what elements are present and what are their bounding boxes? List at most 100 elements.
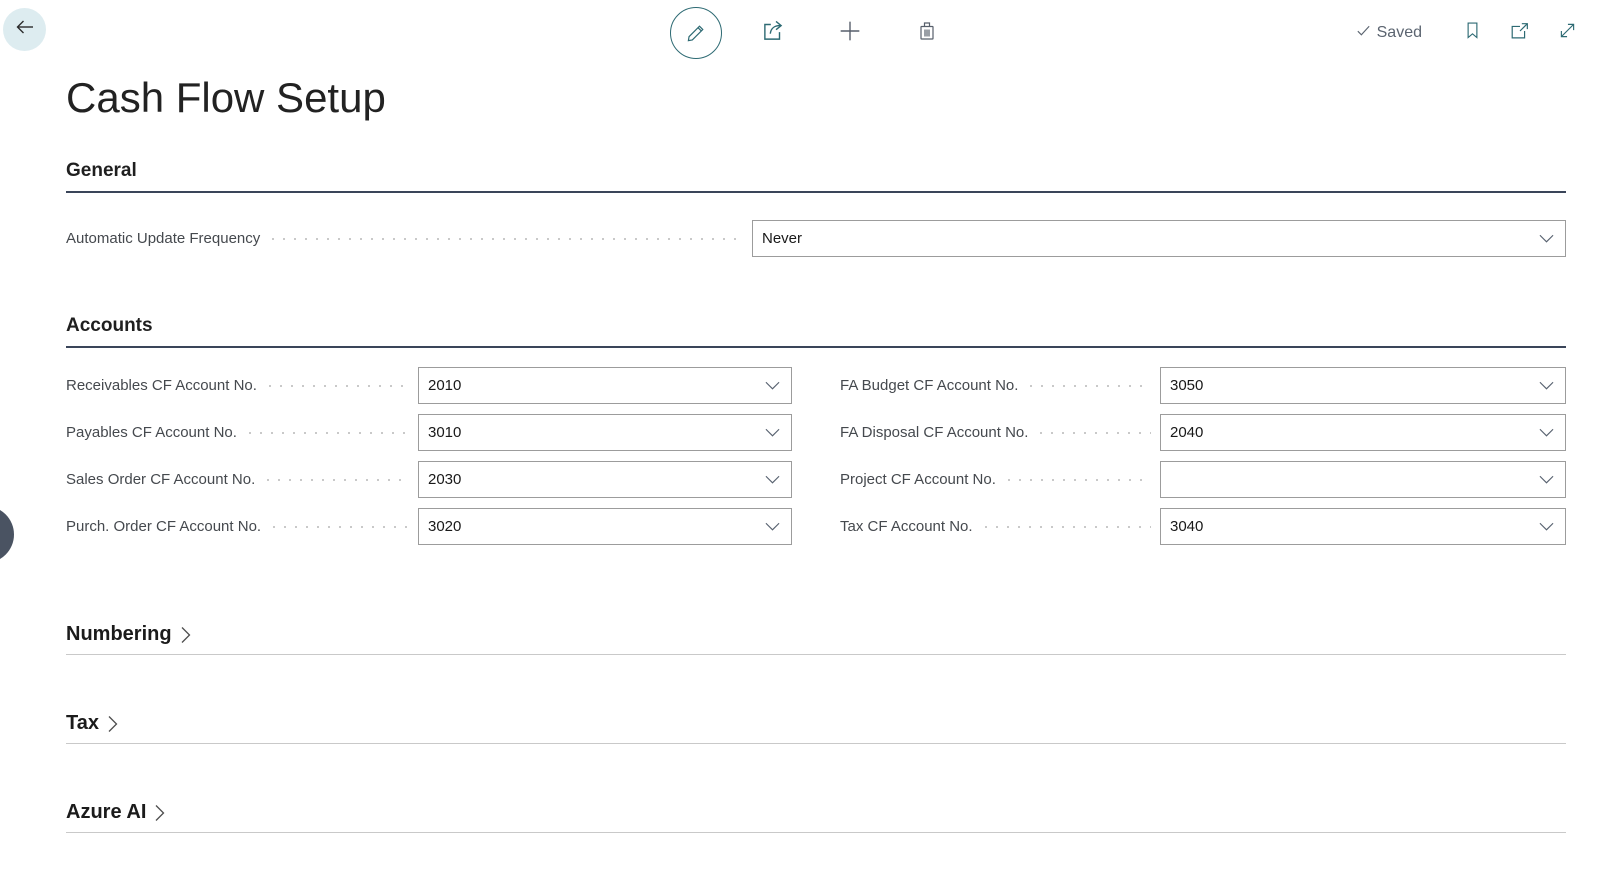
dotted-leader (273, 526, 409, 528)
top-bar: Saved (0, 0, 1600, 66)
check-icon (1355, 22, 1372, 44)
chevron-down-icon (1539, 381, 1554, 391)
fa-budget-cf-account-no-value: 3050 (1161, 377, 1539, 394)
fa-disposal-cf-account-no-value: 2040 (1161, 424, 1539, 441)
chevron-down-icon (1539, 475, 1554, 485)
dotted-leader (267, 479, 409, 481)
tax-cf-account-no-combobox[interactable]: 3040 (1160, 508, 1566, 545)
delete-icon (915, 19, 939, 48)
receivables-cf-account-no-value: 2010 (419, 377, 765, 394)
payables-cf-account-no-value: 3010 (419, 424, 765, 441)
accounts-left-column: Receivables CF Account No. 2010 Payables C… (66, 367, 792, 555)
back-arrow-icon (13, 15, 37, 44)
dotted-leader (985, 526, 1151, 528)
fa-budget-cf-account-no-combobox[interactable]: 3050 (1160, 367, 1566, 404)
toolbar-center (668, 0, 955, 66)
purch-order-cf-account-no-combobox[interactable]: 3020 (418, 508, 792, 545)
section-tax-title: Tax (66, 712, 99, 735)
chevron-right-icon (154, 804, 166, 822)
section-azure-ai-title: Azure AI (66, 801, 146, 824)
automatic-update-frequency-value: Never (753, 230, 1539, 247)
field-row-receivables-cf-account-no: Receivables CF Account No. 2010 (66, 367, 792, 404)
section-tax: Tax (66, 712, 1566, 744)
chevron-down-icon (1539, 234, 1554, 244)
save-status: Saved (1355, 22, 1422, 44)
field-row-tax-cf-account-no: Tax CF Account No. 3040 (840, 508, 1566, 545)
section-general-fields: Automatic Update Frequency Never (66, 220, 1566, 257)
payables-cf-account-no-label: Payables CF Account No. (66, 424, 237, 441)
chevron-right-icon (180, 626, 192, 644)
purch-order-cf-account-no-label: Purch. Order CF Account No. (66, 518, 261, 535)
section-azure-ai-header[interactable]: Azure AI (66, 801, 1566, 824)
receivables-cf-account-no-label: Receivables CF Account No. (66, 377, 257, 394)
delete-button[interactable] (899, 7, 955, 59)
section-general-header[interactable]: General (66, 160, 137, 182)
field-row-project-cf-account-no: Project CF Account No. (840, 461, 1566, 498)
sales-order-cf-account-no-label: Sales Order CF Account No. (66, 471, 255, 488)
tax-cf-account-no-value: 3040 (1161, 518, 1539, 535)
section-tax-header[interactable]: Tax (66, 712, 1566, 735)
tax-cf-account-no-label: Tax CF Account No. (840, 518, 973, 535)
dotted-leader (1030, 385, 1151, 387)
section-accounts: Accounts Receivables CF Account No. 2010 P… (66, 315, 1566, 555)
purch-order-cf-account-no-value: 3020 (419, 518, 765, 535)
collapsed-sections: Numbering Tax Azure AI (66, 623, 1566, 833)
field-row-fa-budget-cf-account-no: FA Budget CF Account No. 3050 (840, 367, 1566, 404)
section-azure-ai-rule (66, 832, 1566, 833)
bookmark-icon (1462, 28, 1483, 45)
field-row-payables-cf-account-no: Payables CF Account No. 3010 (66, 414, 792, 451)
section-numbering-rule (66, 654, 1566, 655)
dotted-leader (269, 385, 409, 387)
dotted-leader (249, 432, 409, 434)
dotted-leader (1040, 432, 1151, 434)
chevron-down-icon (765, 475, 780, 485)
fa-disposal-cf-account-no-combobox[interactable]: 2040 (1160, 414, 1566, 451)
receivables-cf-account-no-combobox[interactable]: 2010 (418, 367, 792, 404)
share-icon (760, 18, 786, 49)
open-in-new-window-icon (1509, 29, 1531, 46)
section-azure-ai: Azure AI (66, 801, 1566, 833)
field-row-sales-order-cf-account-no: Sales Order CF Account No. 2030 (66, 461, 792, 498)
sales-order-cf-account-no-value: 2030 (419, 471, 765, 488)
save-status-label: Saved (1377, 24, 1422, 42)
dotted-leader (272, 238, 743, 240)
chevron-down-icon (765, 428, 780, 438)
expand-icon (1557, 28, 1578, 45)
section-accounts-header[interactable]: Accounts (66, 315, 153, 337)
automatic-update-frequency-label: Automatic Update Frequency (66, 230, 260, 247)
chevron-right-icon (107, 715, 119, 733)
section-numbering-title: Numbering (66, 623, 172, 646)
open-in-new-window-button[interactable] (1509, 20, 1531, 47)
section-general-rule (66, 191, 1566, 193)
fa-disposal-cf-account-no-label: FA Disposal CF Account No. (840, 424, 1028, 441)
expand-button[interactable] (1557, 20, 1578, 46)
share-button[interactable] (745, 7, 801, 59)
page-title: Cash Flow Setup (66, 74, 1600, 122)
page-content: General Automatic Update FrequencyNever … (66, 160, 1566, 833)
sales-order-cf-account-no-combobox[interactable]: 2030 (418, 461, 792, 498)
chevron-down-icon (1539, 522, 1554, 532)
edit-button[interactable] (668, 7, 724, 59)
project-cf-account-no-combobox[interactable] (1160, 461, 1566, 498)
section-numbering: Numbering (66, 623, 1566, 655)
field-row-automatic-update-frequency: Automatic Update Frequency Never (66, 220, 1566, 257)
dotted-leader (1008, 479, 1151, 481)
edit-icon (670, 7, 722, 59)
chevron-down-icon (765, 522, 780, 532)
payables-cf-account-no-combobox[interactable]: 3010 (418, 414, 792, 451)
project-cf-account-no-label: Project CF Account No. (840, 471, 996, 488)
accounts-right-column: FA Budget CF Account No. 3050 FA Disposal … (840, 367, 1566, 555)
back-button[interactable] (3, 8, 46, 51)
accounts-grid: Receivables CF Account No. 2010 Payables C… (66, 367, 1566, 555)
section-tax-rule (66, 743, 1566, 744)
field-row-purch-order-cf-account-no: Purch. Order CF Account No. 3020 (66, 508, 792, 545)
bookmark-button[interactable] (1462, 20, 1483, 46)
field-row-fa-disposal-cf-account-no: FA Disposal CF Account No. 2040 (840, 414, 1566, 451)
section-accounts-rule (66, 346, 1566, 348)
side-panel-handle[interactable] (0, 506, 14, 563)
add-button[interactable] (822, 7, 878, 59)
fa-budget-cf-account-no-label: FA Budget CF Account No. (840, 377, 1018, 394)
section-numbering-header[interactable]: Numbering (66, 623, 1566, 646)
section-general: General Automatic Update Frequency Never (66, 160, 1566, 257)
automatic-update-frequency-combobox[interactable]: Never (752, 220, 1566, 257)
